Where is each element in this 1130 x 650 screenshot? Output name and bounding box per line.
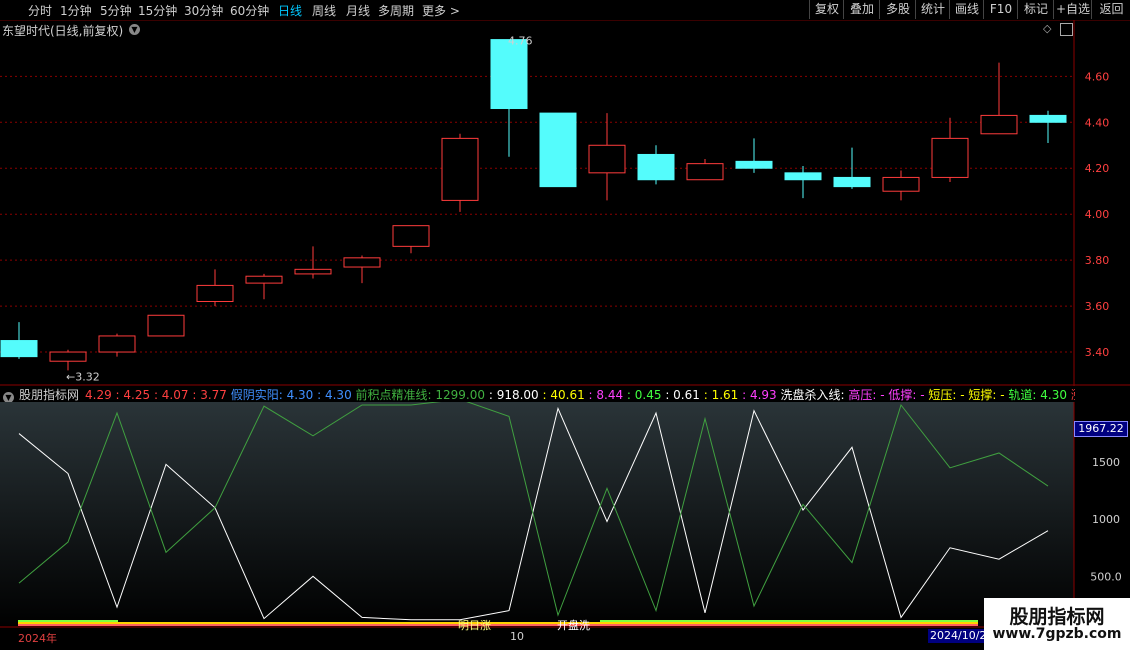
indicator-value-3: : 3.77 [188, 388, 227, 402]
indicator-values: 4.29 : 4.25 : 4.07 : 3.77 假阴实阳: 4.30 : 4… [85, 388, 1075, 402]
candle-body-16 [784, 172, 822, 181]
candle-body-20 [980, 114, 1018, 135]
indicator-value-18: 低撑: - [884, 388, 925, 402]
candle-body-13 [637, 153, 675, 181]
indicator-name: 股朋指标网 [19, 388, 80, 402]
bottom-label-rise: 明日涨 [458, 619, 491, 632]
candle-body-15 [735, 160, 773, 169]
candle-body-12 [588, 144, 626, 174]
candle-body-17 [833, 176, 871, 188]
watermark-url: www.7gpzb.com [992, 626, 1122, 642]
toolbar-button-6[interactable]: 标记 [1017, 0, 1054, 19]
indicator-value-17: 高压: - [848, 388, 885, 402]
ind-y-tick-label-1: 1000 [1092, 513, 1120, 526]
indicator-value-21: 轨道: 4.30 [1004, 388, 1068, 402]
indicator-value-2: : 4.07 [150, 388, 189, 402]
candlestick-chart[interactable]: 3.40 3.60 3.80 4.00 4.20 4.40 4.60 4.76 ←3.32 [0, 20, 1130, 386]
candle-body-10 [490, 39, 528, 110]
date-axis-right: 2024/10/2 [928, 629, 989, 643]
candle-body-19 [931, 137, 969, 178]
candle-body-1 [49, 351, 87, 362]
period-toolbar: 分时 1分钟 5分钟 15分钟 30分钟 60分钟 日线 周线 月线 多周期 更多 > 复权 叠加 多股… [0, 0, 1130, 21]
current-value-tag: 1967.22 [1074, 421, 1128, 437]
candle-body-9 [441, 137, 479, 201]
tab-8[interactable]: 月线 [346, 2, 370, 19]
signal-bar-green-1 [18, 620, 118, 622]
toolbar-button-5[interactable]: F10 [983, 0, 1018, 19]
candle-body-6 [294, 268, 332, 275]
candle-body-18 [882, 176, 920, 192]
candle-body-3 [147, 314, 185, 337]
watermark: 股朋指标网 www.7gpzb.com [984, 598, 1130, 650]
indicator-value-9: : 918.00 [485, 388, 539, 402]
candle-body-21 [1029, 114, 1067, 123]
candle-body-5 [245, 275, 283, 284]
indicator-chart[interactable]: 500.0 1000 1500 [0, 402, 1130, 628]
signal-bar-green-2 [600, 620, 978, 622]
candle-body-14 [686, 163, 724, 181]
candle-body-0 [0, 340, 38, 358]
toolbar-button-4[interactable]: 画线 [949, 0, 984, 19]
ind-y-tick-label-0: 500.0 [1090, 570, 1122, 583]
high-price-label: 4.76 [508, 35, 533, 48]
candle-body-7 [343, 257, 381, 268]
indicator-value-20: 短撑: - [964, 388, 1005, 402]
toolbar-button-3[interactable]: 统计 [915, 0, 950, 19]
indicator-value-16: 洗盘杀入线: [776, 388, 849, 402]
indicator-background [0, 402, 1074, 628]
candle-body-11 [539, 112, 577, 188]
signal-bar-yellow [18, 622, 978, 624]
chevron-down-icon[interactable]: ▼ [3, 392, 14, 402]
indicator-header: ▼ 股朋指标网 4.29 : 4.25 : 4.07 : 3.77 假阴实阳: 4.… [0, 386, 1075, 402]
date-axis-mid: 10 [510, 630, 524, 643]
toolbar-button-1[interactable]: 叠加 [843, 0, 880, 19]
indicator-value-12: : 0.45 [623, 388, 662, 402]
tab-0[interactable]: 分时 [28, 2, 52, 19]
y-tick-label-0: 3.40 [1085, 346, 1110, 359]
ind-y-tick-label-2: 1500 [1092, 456, 1120, 469]
indicator-value-7: 前积点精准线: [351, 388, 436, 402]
y-tick-label-1: 3.60 [1085, 300, 1110, 313]
indicator-value-22: 涨家数: 12 [1067, 388, 1075, 402]
toolbar-button-0[interactable]: 复权 [809, 0, 844, 19]
indicator-value-1: : 4.25 [111, 388, 151, 402]
toolbar-button-2[interactable]: 多股 [879, 0, 916, 19]
low-price-label: ←3.32 [66, 370, 100, 383]
tab-5[interactable]: 60分钟 [230, 2, 269, 19]
indicator-value-6: : 4.30 [313, 388, 352, 402]
indicator-value-15: : 4.93 [738, 388, 777, 402]
tab-9[interactable]: 多周期 [378, 2, 414, 19]
y-tick-label-2: 3.80 [1085, 254, 1110, 267]
indicator-value-11: : 8.44 [584, 388, 624, 402]
indicator-value-14: : 1.61 [699, 388, 739, 402]
y-tick-label-6: 4.60 [1085, 70, 1110, 83]
candle-body-8 [392, 225, 430, 247]
date-axis-left: 2024年 [18, 632, 57, 645]
bottom-label-wash: 开盘洗 [557, 619, 590, 632]
candle-body-2 [98, 335, 136, 353]
indicator-value-5: 4.30 [286, 388, 314, 402]
signal-bar-red [18, 624, 978, 626]
indicator-value-10: : 40.61 [538, 388, 585, 402]
y-tick-label-4: 4.20 [1085, 162, 1110, 175]
indicator-value-0: 4.29 [85, 388, 112, 402]
tab-1[interactable]: 1分钟 [60, 2, 92, 19]
indicator-value-8: 1299.00 [435, 388, 486, 402]
toolbar-button-8[interactable]: 返回 [1091, 0, 1130, 19]
y-tick-label-3: 4.00 [1085, 208, 1110, 221]
tab-2[interactable]: 5分钟 [100, 2, 132, 19]
indicator-value-13: : 0.61 [661, 388, 700, 402]
candle-body-4 [196, 284, 234, 302]
tab-7[interactable]: 周线 [312, 2, 336, 19]
toolbar-button-7[interactable]: +自选 [1053, 0, 1092, 19]
watermark-title: 股朋指标网 [1009, 606, 1105, 628]
tab-6[interactable]: 日线 [278, 2, 302, 19]
tab-10[interactable]: 更多 > [422, 2, 460, 19]
indicator-value-19: 短压: - [924, 388, 965, 402]
y-tick-label-5: 4.40 [1085, 116, 1110, 129]
tab-4[interactable]: 30分钟 [184, 2, 223, 19]
tab-3[interactable]: 15分钟 [138, 2, 177, 19]
indicator-value-4: 假阴实阳: [226, 388, 287, 402]
